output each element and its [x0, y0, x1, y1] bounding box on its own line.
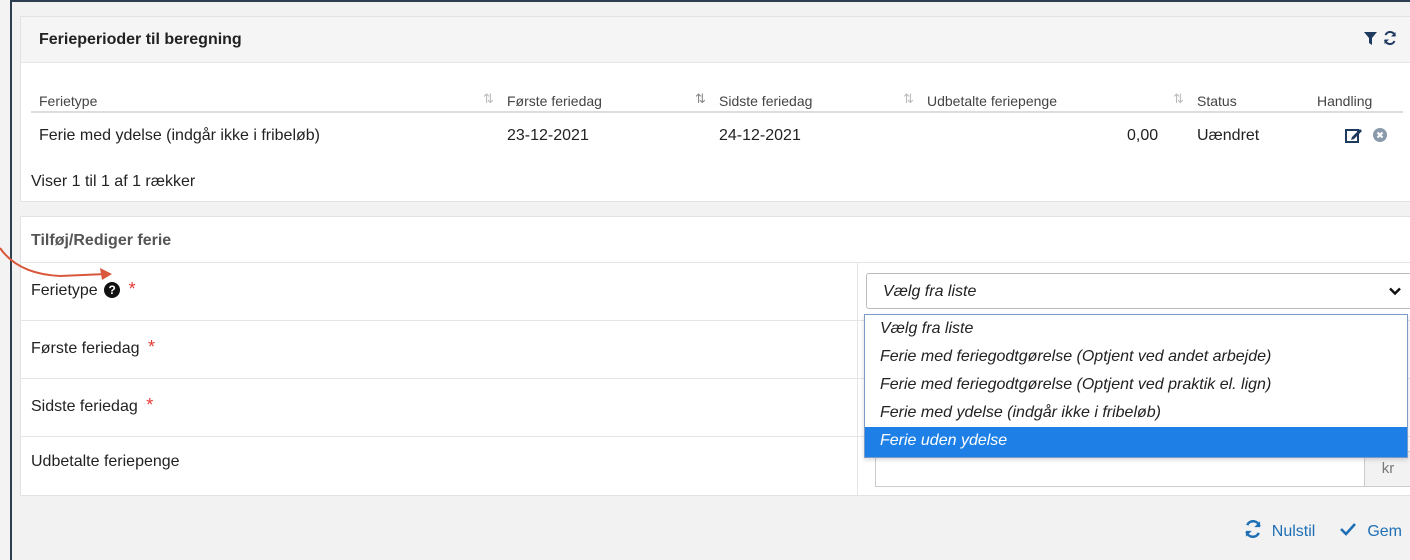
remove-icon[interactable]	[1373, 128, 1387, 147]
refresh-icon[interactable]	[1383, 30, 1397, 50]
col-sidste-feriedag[interactable]: Sidste feriedag	[719, 93, 812, 109]
save-label: Gem	[1367, 522, 1402, 540]
reset-label: Nulstil	[1271, 522, 1316, 540]
save-button[interactable]: Gem	[1339, 521, 1402, 542]
refresh-icon	[1244, 519, 1262, 543]
divider	[857, 379, 858, 436]
sort-icon[interactable]: ⇅	[483, 91, 494, 107]
table-row: Ferie med ydelse (indgår ikke i fribeløb…	[31, 121, 1403, 153]
edit-icon[interactable]	[1345, 127, 1363, 148]
panel-heading: Tilføj/Rediger ferie	[21, 217, 1410, 263]
select-value: Vælg fra liste	[883, 283, 977, 300]
panel-title: Ferieperioder til beregning	[39, 31, 242, 48]
option-vaelg[interactable]: Vælg fra liste	[865, 315, 1407, 343]
col-forste-feriedag[interactable]: Første feriedag	[507, 93, 602, 109]
divider	[857, 321, 858, 378]
app-frame: Ferieperioder til beregning Ferietype ⇅ …	[10, 0, 1410, 560]
sidste-feriedag-label: Sidste feriedag	[31, 398, 138, 415]
cell-status: Uændret	[1197, 127, 1260, 144]
required-asterisk: *	[147, 337, 155, 357]
check-icon	[1339, 521, 1357, 542]
option-praktik[interactable]: Ferie med feriegodtgørelse (Optjent ved …	[865, 371, 1407, 399]
col-udbetalte-feriepenge[interactable]: Udbetalte feriepenge	[927, 93, 1057, 109]
option-andet-arbejde[interactable]: Ferie med feriegodtgørelse (Optjent ved …	[865, 343, 1407, 371]
cell-forste-feriedag: 23-12-2021	[507, 127, 589, 144]
sort-icon[interactable]: ⇅	[903, 91, 914, 107]
col-status[interactable]: Status	[1197, 93, 1237, 109]
cell-ferietype: Ferie med ydelse (indgår ikke i fribeløb…	[39, 127, 320, 144]
chevron-down-icon	[1389, 284, 1401, 302]
required-asterisk: *	[146, 395, 154, 415]
table-header: Ferietype ⇅ Første feriedag ⇅ Sidste fer…	[31, 79, 1403, 113]
forste-feriedag-label: Første feriedag	[31, 340, 140, 357]
form-footer: Nulstil Gem	[1244, 519, 1402, 543]
cell-sidste-feriedag: 24-12-2021	[719, 127, 801, 144]
field-label: Første feriedag *	[31, 337, 155, 358]
option-uden-ydelse[interactable]: Ferie uden ydelse	[865, 427, 1407, 457]
field-label: Udbetalte feriepenge	[31, 453, 180, 471]
col-handling: Handling	[1317, 93, 1373, 109]
col-ferietype[interactable]: Ferietype	[39, 93, 97, 109]
ferietype-select[interactable]: Vælg fra liste	[866, 273, 1410, 309]
panel-heading: Ferieperioder til beregning	[21, 17, 1410, 63]
annotation-arrow	[0, 247, 112, 280]
ferieperioder-panel: Ferieperioder til beregning Ferietype ⇅ …	[20, 16, 1410, 202]
sort-icon[interactable]: ⇅	[1173, 91, 1184, 107]
form-row-ferietype: Ferietype ? * Vælg fra liste	[21, 263, 1410, 321]
field-label: Sidste feriedag *	[31, 395, 153, 416]
ferietype-dropdown-list: Vælg fra liste Ferie med feriegodtgørels…	[864, 314, 1408, 458]
filter-icon[interactable]	[1364, 31, 1377, 50]
divider	[857, 263, 858, 320]
divider	[857, 437, 858, 495]
cell-udbetalt: 0,00	[1127, 127, 1159, 144]
sort-asc-icon[interactable]: ⇅	[695, 91, 706, 107]
reset-button[interactable]: Nulstil	[1244, 519, 1316, 543]
option-med-ydelse[interactable]: Ferie med ydelse (indgår ikke i fribeløb…	[865, 399, 1407, 427]
udbetalte-feriepenge-label: Udbetalte feriepenge	[31, 453, 180, 470]
pagination-summary: Viser 1 til 1 af 1 rækker	[31, 173, 196, 190]
required-asterisk: *	[128, 279, 136, 299]
